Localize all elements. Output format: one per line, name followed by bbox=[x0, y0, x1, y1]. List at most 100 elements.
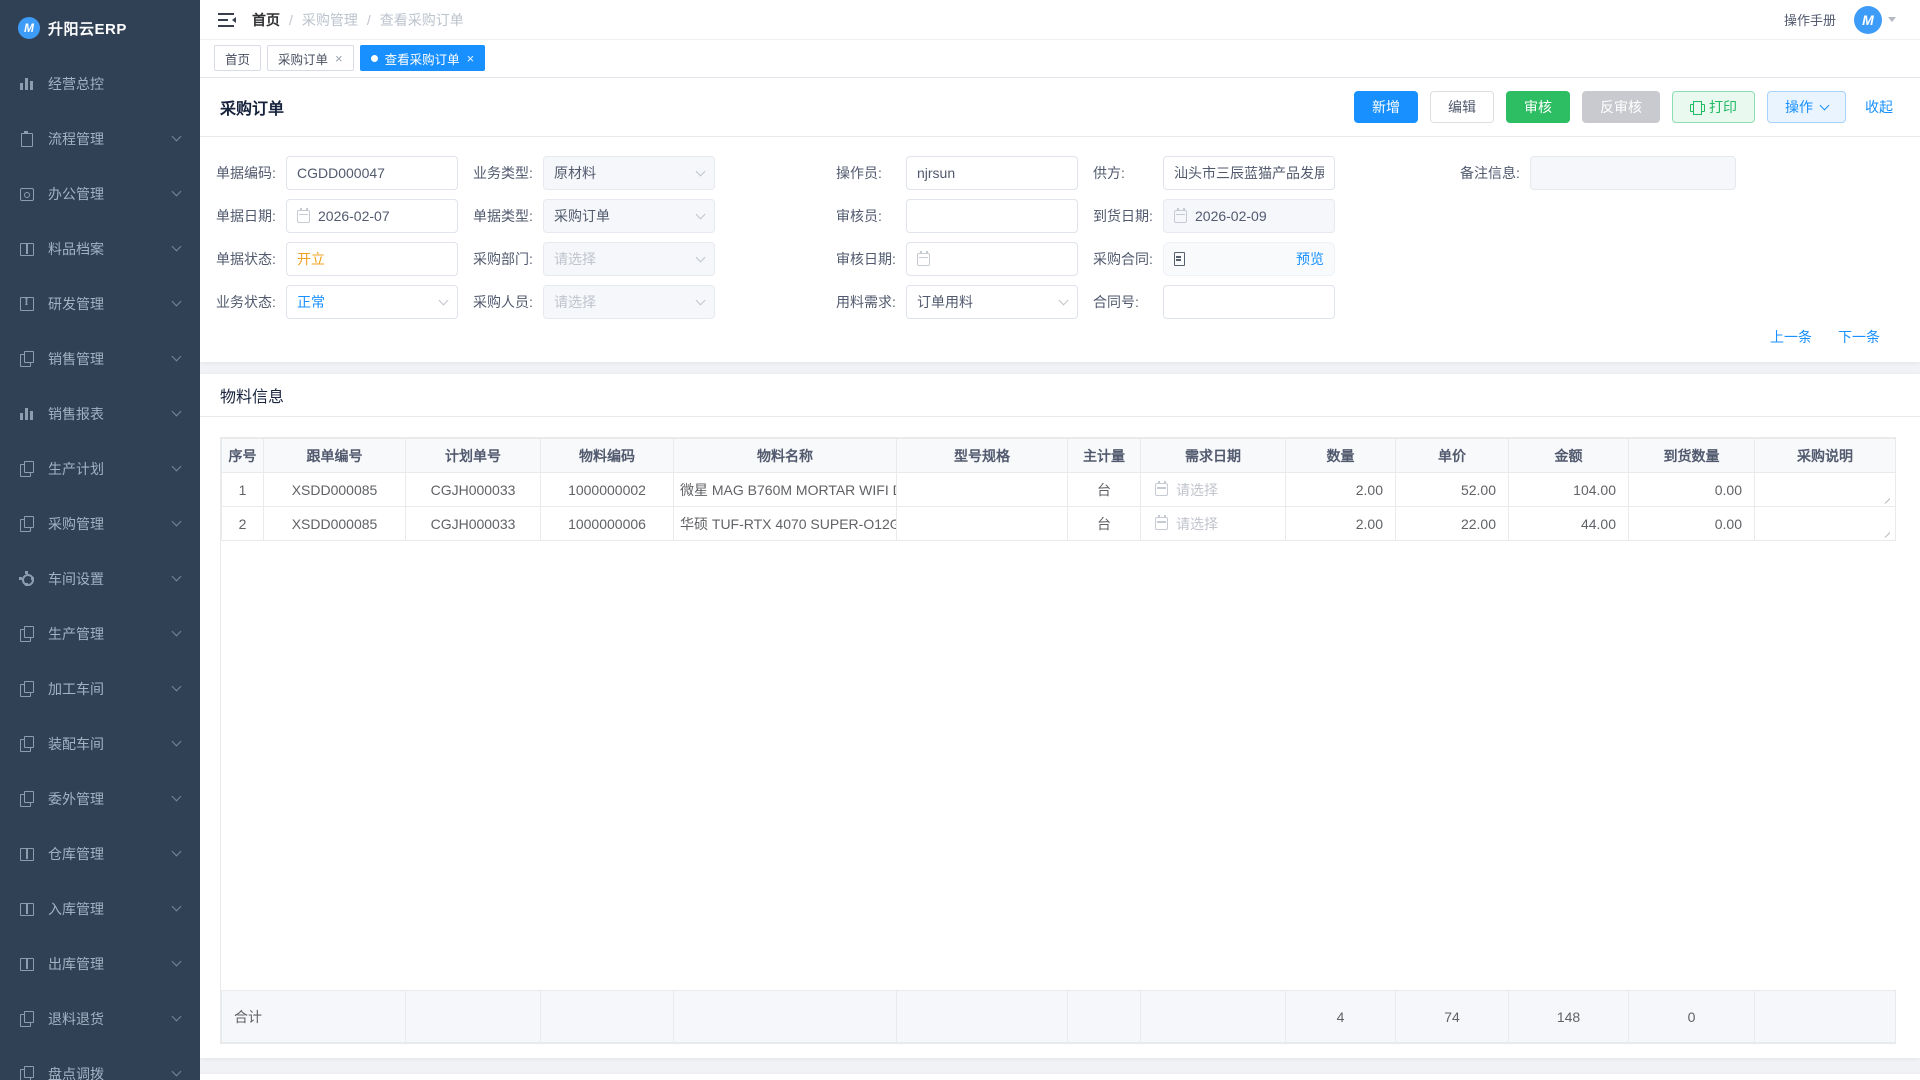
material-demand-select[interactable]: 订单用料 bbox=[906, 285, 1078, 319]
bill-type-select[interactable]: 采购订单 bbox=[543, 199, 715, 233]
edit-button[interactable]: 编辑 bbox=[1430, 91, 1494, 123]
chevron-down-icon bbox=[172, 517, 182, 527]
supplier-input[interactable]: 汕头市三辰蓝猫产品发展有限公司 bbox=[1163, 156, 1335, 190]
user-menu-caret-icon[interactable] bbox=[1888, 17, 1896, 26]
bill-code-input[interactable] bbox=[297, 165, 447, 181]
sidebar-item-outbound-mgmt[interactable]: 出库管理 bbox=[0, 936, 200, 991]
add-button[interactable]: 新增 bbox=[1354, 91, 1418, 123]
tab-purchase-order[interactable]: 采购订单 × bbox=[267, 45, 354, 71]
sidebar-item-inbound-mgmt[interactable]: 入库管理 bbox=[0, 881, 200, 936]
sidebar-item-process-mgmt[interactable]: 流程管理 bbox=[0, 111, 200, 166]
calendar-icon bbox=[1174, 210, 1187, 223]
remark-input[interactable] bbox=[1541, 165, 1725, 181]
purchase-order-card: 采购订单 新增 编辑 审核 反审核 打印 操作 收起 bbox=[200, 78, 1920, 362]
calendar-icon bbox=[297, 210, 310, 223]
status-badge: 正常 bbox=[297, 292, 325, 312]
contract-no-input[interactable] bbox=[1174, 294, 1324, 310]
printer-icon bbox=[1690, 101, 1703, 113]
sidebar-item-warehouse-mgmt[interactable]: 仓库管理 bbox=[0, 826, 200, 881]
chevron-down-icon bbox=[439, 296, 449, 306]
collapse-sidebar-icon[interactable] bbox=[218, 13, 236, 27]
unaudit-button: 反审核 bbox=[1582, 91, 1660, 123]
sidebar-item-office-mgmt[interactable]: 办公管理 bbox=[0, 166, 200, 221]
pages-icon bbox=[19, 1011, 34, 1026]
sidebar-item-item-archive[interactable]: 料品档案 bbox=[0, 221, 200, 276]
preview-link[interactable]: 预览 bbox=[1296, 249, 1324, 269]
collapse-button[interactable]: 收起 bbox=[1862, 91, 1896, 123]
field-bill-type: 单据类型: 采购订单 bbox=[473, 199, 836, 233]
biz-type-select[interactable]: 原材料 bbox=[543, 156, 715, 190]
book-icon bbox=[19, 901, 34, 916]
table-row: 1 XSDD000085 CGJH000033 1000000002 微星 MA… bbox=[222, 473, 1896, 507]
need-date-picker[interactable]: 请选择 bbox=[1141, 507, 1286, 541]
clipboard-icon bbox=[19, 131, 34, 146]
chevron-down-icon bbox=[172, 572, 182, 582]
sidebar-item-purchase-mgmt[interactable]: 采购管理 bbox=[0, 496, 200, 551]
action-dropdown-button[interactable]: 操作 bbox=[1767, 91, 1846, 123]
chevron-down-icon bbox=[172, 847, 182, 857]
arrival-date-picker[interactable]: 2026-02-09 bbox=[1163, 199, 1335, 233]
tab-view-purchase-order[interactable]: 查看采购订单 × bbox=[360, 45, 486, 71]
purchase-note-textarea[interactable] bbox=[1755, 507, 1896, 541]
tab-bar: 首页 采购订单 × 查看采购订单 × bbox=[200, 40, 1920, 78]
bill-status-box: 开立 bbox=[286, 242, 458, 276]
sidebar-item-rd-mgmt[interactable]: 研发管理 bbox=[0, 276, 200, 331]
sidebar-item-production-mgmt[interactable]: 生产管理 bbox=[0, 606, 200, 661]
pages-icon bbox=[19, 681, 34, 696]
avatar[interactable]: M bbox=[1854, 6, 1882, 34]
chevron-down-icon bbox=[696, 210, 706, 220]
sidebar-item-outsourcing-mgmt[interactable]: 委外管理 bbox=[0, 771, 200, 826]
bill-date-picker[interactable]: 2026-02-07 bbox=[286, 199, 458, 233]
tab-home[interactable]: 首页 bbox=[214, 45, 261, 71]
field-purchase-dept: 采购部门: 请选择 bbox=[473, 242, 836, 276]
field-audit-date: 审核日期: bbox=[836, 242, 1093, 276]
materials-card: 物料信息 序号 跟单编号 计划单号 物料编码 bbox=[200, 374, 1920, 1058]
close-icon[interactable]: × bbox=[335, 51, 343, 66]
total-arrived: 0 bbox=[1629, 991, 1755, 1043]
sidebar-item-processing-workshop[interactable]: 加工车间 bbox=[0, 661, 200, 716]
chevron-down-icon bbox=[172, 682, 182, 692]
purchase-person-select[interactable]: 请选择 bbox=[543, 285, 715, 319]
total-price: 74 bbox=[1396, 991, 1509, 1043]
audit-button[interactable]: 审核 bbox=[1506, 91, 1570, 123]
chevron-down-icon bbox=[172, 902, 182, 912]
total-amount: 148 bbox=[1509, 991, 1629, 1043]
purchase-note-textarea[interactable] bbox=[1755, 473, 1896, 507]
sidebar-item-material-return[interactable]: 退料退货 bbox=[0, 991, 200, 1046]
purchase-dept-select[interactable]: 请选择 bbox=[543, 242, 715, 276]
sidebar-item-business-overview[interactable]: 经营总控 bbox=[0, 56, 200, 111]
resize-handle-icon bbox=[1759, 474, 1891, 506]
biz-status-select[interactable]: 正常 bbox=[286, 285, 458, 319]
field-purchase-person: 采购人员: 请选择 bbox=[473, 285, 836, 319]
sidebar-item-workshop-setting[interactable]: 车间设置 bbox=[0, 551, 200, 606]
breadcrumb-home[interactable]: 首页 bbox=[252, 10, 280, 30]
close-icon[interactable]: × bbox=[467, 51, 475, 66]
sidebar-item-production-plan[interactable]: 生产计划 bbox=[0, 441, 200, 496]
next-record-link[interactable]: 下一条 bbox=[1838, 327, 1880, 347]
chevron-down-icon bbox=[172, 242, 182, 252]
app-logo-icon: M bbox=[18, 17, 40, 39]
sidebar-item-assembly-workshop[interactable]: 装配车间 bbox=[0, 716, 200, 771]
bar-chart-icon bbox=[19, 406, 34, 421]
prev-record-link[interactable]: 上一条 bbox=[1770, 327, 1812, 347]
table-footer-row: 合计 4 74 148 0 bbox=[222, 991, 1896, 1043]
contract-box: 预览 bbox=[1163, 242, 1335, 276]
print-button[interactable]: 打印 bbox=[1672, 91, 1755, 123]
sidebar-item-sales-mgmt[interactable]: 销售管理 bbox=[0, 331, 200, 386]
operator-input[interactable] bbox=[917, 165, 1067, 181]
auditor-input[interactable] bbox=[917, 208, 1067, 224]
chevron-down-icon bbox=[172, 1067, 182, 1077]
field-remark: 备注信息: bbox=[1460, 156, 1896, 190]
field-bill-status: 单据状态: 开立 bbox=[216, 242, 473, 276]
need-date-picker[interactable]: 请选择 bbox=[1141, 473, 1286, 507]
pages-icon bbox=[19, 351, 34, 366]
audit-date-picker[interactable] bbox=[906, 242, 1078, 276]
breadcrumb-purchase-mgmt[interactable]: 采购管理 bbox=[302, 10, 358, 30]
gear-icon bbox=[19, 571, 34, 586]
manual-link[interactable]: 操作手册 bbox=[1784, 10, 1836, 29]
sidebar-item-sales-report[interactable]: 销售报表 bbox=[0, 386, 200, 441]
sidebar-item-stocktake-transfer[interactable]: 盘点调拨 bbox=[0, 1046, 200, 1080]
record-pager: 上一条 下一条 bbox=[200, 321, 1920, 362]
chevron-down-icon bbox=[696, 296, 706, 306]
bar-chart-icon bbox=[19, 76, 34, 91]
